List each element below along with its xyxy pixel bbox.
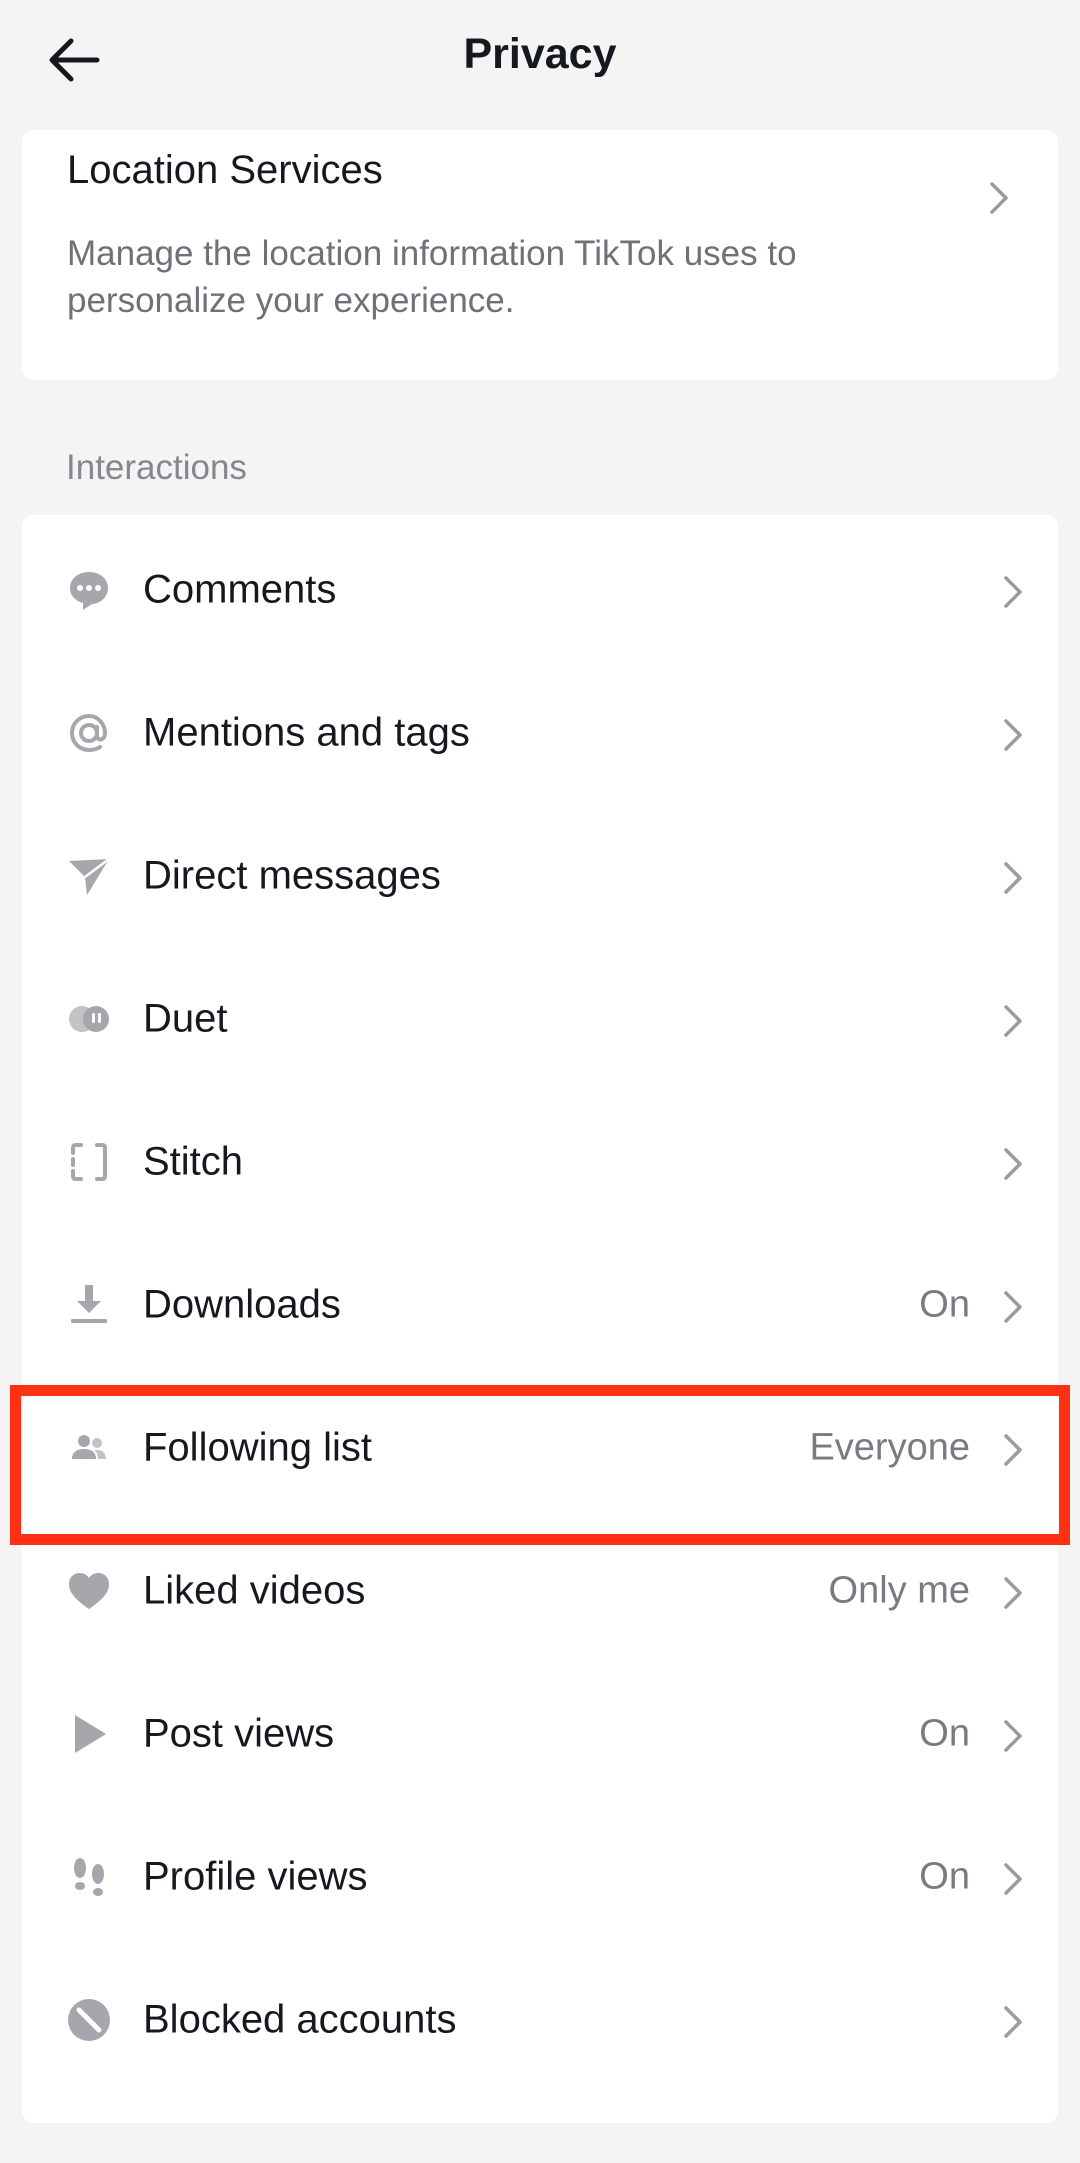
- heart-icon: [66, 1568, 112, 1614]
- chevron-right-icon: [996, 1430, 1030, 1470]
- settings-item-label: Blocked accounts: [143, 1997, 457, 2041]
- location-services-description: Manage the location information TikTok u…: [67, 234, 797, 320]
- chevron-right-icon: [996, 858, 1030, 898]
- chevron-right-icon: [996, 1287, 1030, 1327]
- settings-item-value: On: [919, 1712, 970, 1754]
- settings-item-label: Profile views: [143, 1854, 368, 1898]
- settings-item-duet[interactable]: Duet: [22, 947, 1058, 1090]
- settings-item-profile-views[interactable]: Profile views On: [22, 1805, 1058, 1948]
- paper-plane-icon: [66, 853, 112, 899]
- top-bar: Privacy: [0, 0, 1080, 120]
- settings-item-label: Direct messages: [143, 853, 441, 897]
- interactions-card: Comments Mentions and tags Direct messag…: [22, 515, 1058, 2123]
- stitch-icon: [66, 1139, 112, 1185]
- download-icon: [66, 1282, 112, 1328]
- footprints-icon: [66, 1854, 112, 1900]
- page-title: Privacy: [463, 30, 617, 78]
- chevron-right-icon: [996, 2002, 1030, 2042]
- comment-bubble-icon: [66, 567, 112, 613]
- settings-item-downloads[interactable]: Downloads On: [22, 1233, 1058, 1376]
- interactions-section-label: Interactions: [66, 448, 247, 487]
- settings-item-label: Mentions and tags: [143, 710, 470, 754]
- chevron-right-icon: [996, 1859, 1030, 1899]
- settings-item-comments[interactable]: Comments: [22, 518, 1058, 661]
- settings-item-mentions[interactable]: Mentions and tags: [22, 661, 1058, 804]
- settings-item-post-views[interactable]: Post views On: [22, 1662, 1058, 1805]
- people-icon: [66, 1425, 112, 1471]
- settings-item-label: Stitch: [143, 1139, 244, 1183]
- at-sign-icon: [66, 710, 112, 756]
- settings-item-following-list[interactable]: Following list Everyone: [22, 1376, 1058, 1519]
- chevron-right-icon: [996, 1001, 1030, 1041]
- chevron-right-icon: [996, 1144, 1030, 1184]
- settings-item-label: Following list: [143, 1425, 372, 1469]
- settings-item-value: On: [919, 1855, 970, 1897]
- chevron-right-icon: [996, 1573, 1030, 1613]
- settings-item-direct-messages[interactable]: Direct messages: [22, 804, 1058, 947]
- play-icon: [66, 1711, 112, 1757]
- chevron-right-icon: [982, 178, 1016, 218]
- settings-item-value: On: [919, 1283, 970, 1325]
- duet-icon: [66, 996, 112, 1042]
- settings-item-label: Downloads: [143, 1282, 341, 1326]
- settings-item-value: Only me: [828, 1569, 970, 1611]
- settings-item-stitch[interactable]: Stitch: [22, 1090, 1058, 1233]
- settings-item-blocked-accounts[interactable]: Blocked accounts: [22, 1948, 1058, 2091]
- location-services-item[interactable]: Location Services Manage the location in…: [22, 130, 1058, 380]
- settings-item-value: Everyone: [809, 1426, 970, 1468]
- settings-item-liked-videos[interactable]: Liked videos Only me: [22, 1519, 1058, 1662]
- block-icon: [66, 1997, 112, 2043]
- settings-item-label: Liked videos: [143, 1568, 366, 1612]
- settings-item-label: Post views: [143, 1711, 335, 1755]
- chevron-right-icon: [996, 1716, 1030, 1756]
- location-services-title: Location Services: [67, 148, 383, 192]
- chevron-right-icon: [996, 715, 1030, 755]
- settings-item-label: Duet: [143, 996, 228, 1040]
- chevron-right-icon: [996, 572, 1030, 612]
- settings-item-label: Comments: [143, 567, 337, 611]
